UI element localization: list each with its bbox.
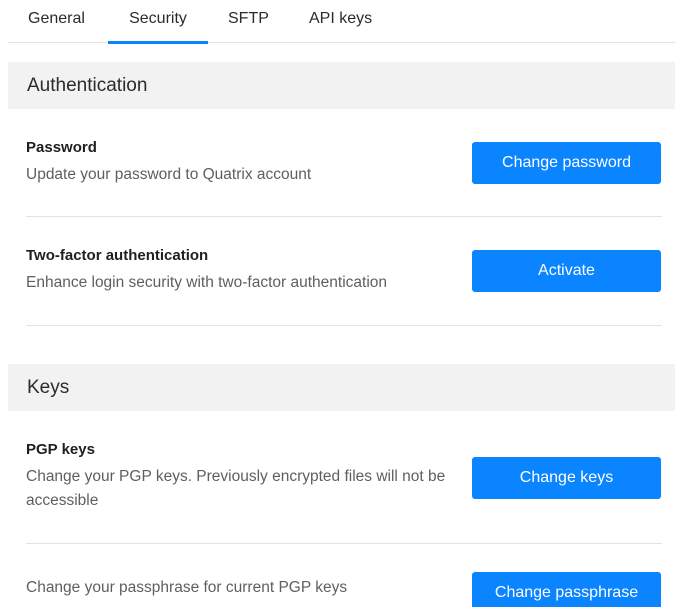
keys-section-header: Keys <box>8 364 675 411</box>
settings-tabs: General Security SFTP API keys <box>8 0 675 44</box>
password-description: Update your password to Quatrix account <box>26 166 312 183</box>
pgp-keys-title: PGP keys <box>26 441 95 458</box>
divider <box>26 325 662 326</box>
pgp-keys-description: Change your PGP keys. Previously encrypt… <box>26 468 446 509</box>
tab-sftp[interactable]: SFTP <box>228 0 269 43</box>
two-factor-title: Two-factor authentication <box>26 247 209 264</box>
activate-two-factor-button[interactable]: Activate <box>472 250 661 292</box>
tab-general[interactable]: General <box>28 0 85 43</box>
change-password-button[interactable]: Change password <box>472 142 661 184</box>
authentication-section-header: Authentication <box>8 62 675 109</box>
password-title: Password <box>26 139 97 156</box>
security-settings-page: General Security SFTP API keys Authentic… <box>0 0 675 607</box>
tab-security[interactable]: Security <box>108 0 208 44</box>
change-passphrase-button[interactable]: Change passphrase <box>472 572 661 607</box>
divider <box>26 543 662 544</box>
two-factor-description: Enhance login security with two-factor a… <box>26 274 388 291</box>
divider <box>26 216 662 217</box>
passphrase-description: Change your passphrase for current PGP k… <box>26 579 348 596</box>
tab-api-keys[interactable]: API keys <box>309 0 372 43</box>
change-keys-button[interactable]: Change keys <box>472 457 661 499</box>
